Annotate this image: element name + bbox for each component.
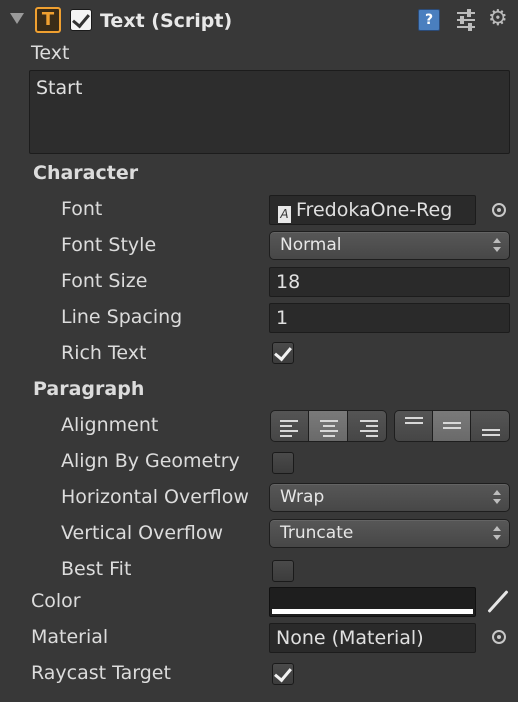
font-value: FredokaOne-Reg <box>296 199 453 221</box>
line-spacing-input[interactable]: 1 <box>269 303 510 333</box>
align-by-geometry-label: Align By Geometry <box>61 450 240 472</box>
object-picker-icon[interactable] <box>492 630 506 644</box>
align-left-button[interactable] <box>270 410 309 442</box>
dropdown-arrows-icon <box>493 526 501 540</box>
font-field[interactable]: A FredokaOne-Reg <box>269 195 476 225</box>
font-label: Font <box>61 198 103 220</box>
eyedropper-icon[interactable] <box>483 590 509 614</box>
text-input[interactable]: Start <box>29 70 510 154</box>
font-style-label: Font Style <box>61 234 157 256</box>
paragraph-heading: Paragraph <box>33 378 145 400</box>
rich-text-checkbox[interactable] <box>272 342 294 364</box>
align-middle-button[interactable] <box>432 410 471 442</box>
horizontal-overflow-label: Horizontal Overflow <box>61 486 249 508</box>
best-fit-label: Best Fit <box>61 558 132 580</box>
vertical-overflow-dropdown[interactable]: Truncate <box>269 519 510 548</box>
horizontal-overflow-value: Wrap <box>280 487 325 507</box>
align-center-button[interactable] <box>308 410 348 442</box>
horizontal-overflow-dropdown[interactable]: Wrap <box>269 483 510 512</box>
color-field[interactable] <box>269 587 476 617</box>
line-spacing-label: Line Spacing <box>61 306 183 328</box>
align-bottom-button[interactable] <box>470 410 510 442</box>
best-fit-checkbox[interactable] <box>272 560 294 582</box>
checkmark-icon <box>274 663 292 683</box>
checkmark-icon <box>274 342 292 362</box>
material-label: Material <box>31 626 109 648</box>
text-label: Text <box>31 42 70 64</box>
component-title: Text (Script) <box>100 10 233 32</box>
font-asset-icon: A <box>278 206 291 223</box>
font-size-input[interactable]: 18 <box>269 267 510 297</box>
dropdown-arrows-icon <box>493 490 501 504</box>
material-field[interactable]: None (Material) <box>269 623 476 653</box>
font-size-label: Font Size <box>61 270 148 292</box>
raycast-target-label: Raycast Target <box>31 662 171 684</box>
color-label: Color <box>31 590 81 612</box>
font-style-dropdown[interactable]: Normal <box>269 231 510 260</box>
object-picker-icon[interactable] <box>492 203 506 217</box>
align-by-geometry-checkbox[interactable] <box>272 452 294 474</box>
help-icon[interactable]: ? <box>418 9 440 31</box>
character-heading: Character <box>33 162 139 184</box>
vertical-overflow-value: Truncate <box>280 523 354 543</box>
raycast-target-checkbox[interactable] <box>272 663 294 685</box>
foldout-arrow-icon[interactable] <box>10 13 24 24</box>
rich-text-label: Rich Text <box>61 342 147 364</box>
font-style-value: Normal <box>280 235 342 255</box>
alignment-label: Alignment <box>61 414 159 436</box>
text-component-icon: T <box>35 7 61 33</box>
preset-sliders-icon[interactable] <box>455 9 477 31</box>
component-enabled-checkbox[interactable] <box>70 9 92 31</box>
settings-gear-icon[interactable]: ⚙ <box>488 6 508 32</box>
dropdown-arrows-icon <box>493 238 501 252</box>
vertical-overflow-label: Vertical Overflow <box>61 522 223 544</box>
color-swatch <box>272 609 473 614</box>
align-right-button[interactable] <box>347 410 387 442</box>
align-top-button[interactable] <box>394 410 433 442</box>
